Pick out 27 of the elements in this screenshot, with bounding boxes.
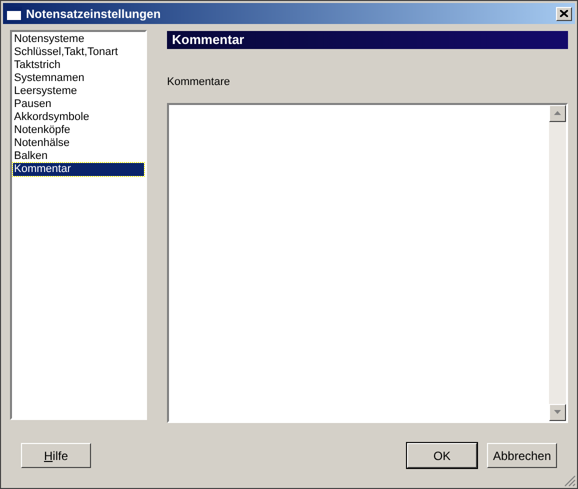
- cancel-button[interactable]: Abbrechen: [487, 443, 557, 468]
- panel-title: Kommentar: [172, 31, 244, 50]
- category-item[interactable]: Balken: [13, 150, 144, 163]
- down-arrow-icon: [554, 410, 561, 414]
- resize-grip-icon: [564, 475, 576, 487]
- comment-field[interactable]: [167, 102, 568, 422]
- window-icon: [6, 6, 22, 20]
- category-item[interactable]: Leersysteme: [13, 85, 144, 98]
- scrollbar[interactable]: [549, 104, 566, 420]
- category-item[interactable]: Akkordsymbole: [13, 111, 144, 124]
- field-label: Kommentare: [167, 75, 231, 90]
- window-title: Notensatzeinstellungen: [26, 6, 162, 22]
- category-item[interactable]: Kommentar: [13, 163, 144, 176]
- scroll-down-button[interactable]: [549, 404, 566, 420]
- up-arrow-icon: [554, 111, 561, 115]
- category-item[interactable]: Schlüssel,Takt,Tonart: [13, 46, 144, 59]
- close-button[interactable]: [556, 6, 572, 20]
- category-item[interactable]: Taktstrich: [13, 59, 144, 72]
- close-icon: [560, 10, 568, 17]
- category-item[interactable]: Notenhälse: [13, 137, 144, 150]
- category-item[interactable]: Notensysteme: [13, 33, 144, 46]
- help-button[interactable]: Hilfe: [21, 443, 91, 468]
- ok-button[interactable]: OK: [407, 443, 477, 468]
- category-item[interactable]: Systemnamen: [13, 72, 144, 85]
- category-item[interactable]: Notenköpfe: [13, 124, 144, 137]
- category-item[interactable]: Pausen: [13, 98, 144, 111]
- scroll-up-button[interactable]: [549, 104, 566, 122]
